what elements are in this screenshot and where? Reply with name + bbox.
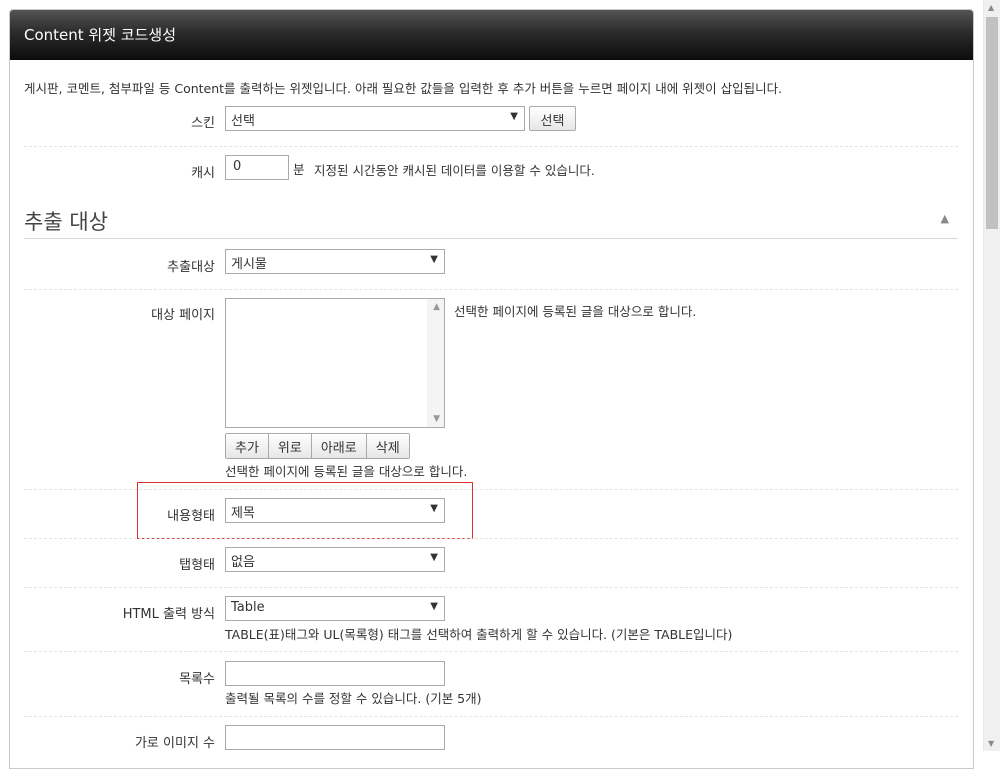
divider [24, 146, 958, 147]
cache-help: 지정된 시간동안 캐시된 데이터를 이용할 수 있습니다. [314, 163, 595, 178]
divider [24, 538, 958, 539]
skin-label: 스킨 [191, 116, 215, 131]
chevron-down-icon: ▼ [430, 503, 438, 514]
section-divider [24, 238, 958, 239]
content-type-select[interactable]: 제목 ▼ [225, 498, 445, 523]
move-down-button[interactable]: 아래로 [311, 434, 367, 458]
content-type-label: 내용형태 [167, 509, 215, 524]
html-output-label: HTML 출력 방식 [122, 607, 215, 622]
skin-select-value: 선택 [231, 114, 255, 129]
chevron-down-icon: ▼ [430, 254, 438, 265]
target-page-help-below: 선택한 페이지에 등록된 글을 대상으로 합니다. [225, 464, 468, 479]
list-count-help: 출력될 목록의 수를 정할 수 있습니다. (기본 5개) [225, 691, 482, 706]
cache-unit: 분 [293, 162, 305, 177]
skin-select[interactable]: 선택 ▼ [225, 106, 525, 131]
chevron-down-icon: ▼ [510, 111, 518, 122]
target-page-button-group: 추가 위로 아래로 삭제 [225, 433, 410, 459]
scroll-up-icon[interactable]: ▲ [433, 302, 440, 312]
divider [24, 587, 958, 588]
target-label: 추출대상 [167, 260, 215, 275]
cols-input[interactable] [225, 725, 445, 750]
scroll-up-icon[interactable]: ▲ [988, 3, 994, 12]
cache-input[interactable]: 0 [225, 155, 289, 180]
scrollbar-thumb[interactable] [986, 17, 998, 229]
scroll-down-icon[interactable]: ▼ [433, 414, 440, 424]
scroll-down-icon[interactable]: ▼ [988, 739, 994, 748]
cols-label: 가로 이미지 수 [134, 736, 215, 751]
tab-type-select-value: 없음 [231, 555, 255, 570]
content-type-select-value: 제목 [231, 506, 255, 521]
tab-type-label: 탭형태 [179, 558, 215, 573]
cache-label: 캐시 [191, 166, 215, 181]
skin-select-button[interactable]: 선택 [529, 106, 576, 131]
target-page-help: 선택한 페이지에 등록된 글을 대상으로 합니다. [454, 304, 697, 319]
intro-text: 게시판, 코멘트, 첨부파일 등 Content를 출력하는 위젯입니다. 아래… [24, 81, 783, 96]
widget-dialog: Content 위젯 코드생성 게시판, 코멘트, 첨부파일 등 Content… [9, 9, 974, 769]
move-up-button[interactable]: 위로 [268, 434, 312, 458]
list-count-input[interactable] [225, 661, 445, 686]
target-select[interactable]: 게시물 ▼ [225, 249, 445, 274]
chevron-down-icon: ▼ [430, 601, 438, 612]
delete-button[interactable]: 삭제 [366, 434, 409, 458]
html-output-help: TABLE(표)태그와 UL(목록형) 태그를 선택하여 출력하게 할 수 있습… [225, 627, 733, 642]
chevron-up-icon[interactable]: ▲ [941, 212, 949, 225]
target-select-value: 게시물 [231, 257, 267, 272]
section-title: 추출 대상 [24, 210, 108, 234]
divider [24, 716, 958, 717]
listbox-scrollbar[interactable]: ▲ ▼ [427, 299, 444, 427]
divider [24, 289, 958, 290]
html-output-select[interactable]: Table ▼ [225, 596, 445, 621]
page-scrollbar[interactable]: ▲ ▼ [983, 0, 1000, 751]
tab-type-select[interactable]: 없음 ▼ [225, 547, 445, 572]
dialog-title: Content 위젯 코드생성 [10, 10, 973, 60]
list-count-label: 목록수 [179, 672, 215, 687]
chevron-down-icon: ▼ [430, 552, 438, 563]
divider [24, 651, 958, 652]
add-button[interactable]: 추가 [226, 434, 269, 458]
html-output-select-value: Table [231, 600, 265, 615]
target-page-label: 대상 페이지 [151, 308, 215, 323]
target-page-listbox[interactable]: ▲ ▼ [225, 298, 445, 428]
